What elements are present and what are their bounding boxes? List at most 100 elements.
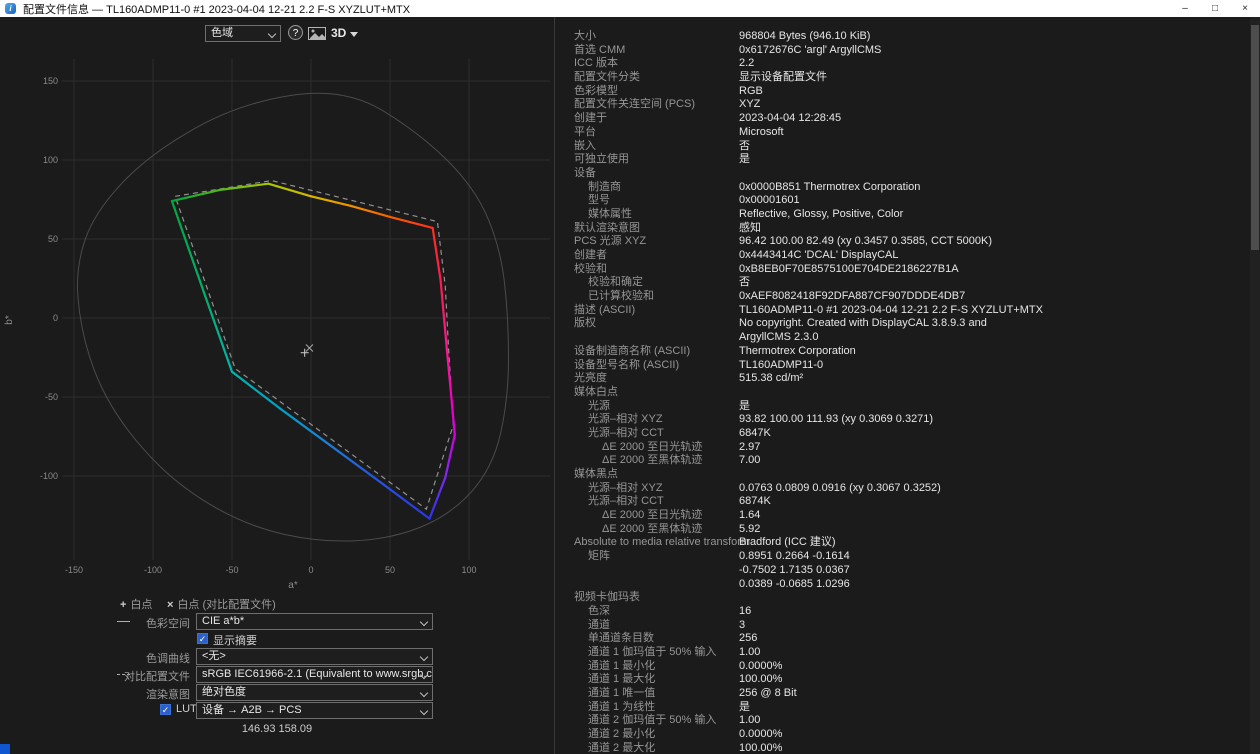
rendering-intent-select[interactable]: 绝对色度 <box>196 684 433 701</box>
info-label: 色彩模型 <box>574 84 618 97</box>
info-row: 光亮度 515.38 cd/m² <box>555 372 1250 386</box>
info-row: 通道 1 伽玛值于 50% 输入 1.00 <box>555 646 1250 660</box>
info-value: 0xAEF8082418F92DFA887CF907DDDE4DB7 <box>739 290 966 303</box>
info-label: 制造商 <box>588 180 621 193</box>
app-icon: i <box>5 3 16 14</box>
info-value: 16 <box>739 604 752 617</box>
comparison-profile-select[interactable]: sRGB IEC61966-2.1 (Equivalent to www.srg… <box>196 666 433 683</box>
info-label: ΔE 2000 至日光轨迹 <box>602 440 703 453</box>
info-value: XYZ <box>739 98 761 111</box>
info-value: 0.8951 0.2664 -0.1614 -0.7502 1.7135 0.03… <box>739 550 850 590</box>
info-row: 光源–相对 XYZ 0.0763 0.0809 0.0916 (xy 0.3067… <box>555 482 1250 496</box>
info-row: 通道 1 唯一值 256 @ 8 Bit <box>555 687 1250 701</box>
plot-view-select[interactable]: 色域 <box>205 25 281 42</box>
info-value: 是 <box>739 700 750 713</box>
info-label: PCS 光源 XYZ <box>574 235 647 248</box>
info-row: 描述 (ASCII) TL160ADMP11-0 #1 2023-04-04 12… <box>555 304 1250 318</box>
info-label: 大小 <box>574 30 596 42</box>
info-row: 型号 0x00001601 <box>555 194 1250 208</box>
info-row: 媒体白点 <box>555 386 1250 400</box>
info-row: 设备型号名称 (ASCII) TL160ADMP11-0 <box>555 359 1250 373</box>
rendering-intent-value: 绝对色度 <box>202 686 246 698</box>
svg-text:100: 100 <box>43 155 58 165</box>
info-value: 6874K <box>739 495 771 508</box>
info-label: Absolute to media relative transform <box>574 536 751 549</box>
svg-text:-50: -50 <box>45 392 58 402</box>
info-value: 968804 Bytes (946.10 KiB) <box>739 30 871 42</box>
info-label: 可独立使用 <box>574 153 629 166</box>
check-icon: ✓ <box>198 634 207 644</box>
info-label: 配置文件关连空间 (PCS) <box>574 98 695 111</box>
legend-white-point-comparison: × 白点 (对比配置文件) <box>167 599 276 611</box>
info-rows: 大小 968804 Bytes (946.10 KiB) 首选 CMM 0x61726… <box>555 17 1250 754</box>
info-value: 0x6172676C 'argl' ArgyllCMS <box>739 43 882 56</box>
info-value: 1.00 <box>739 714 761 727</box>
chevron-down-icon <box>350 31 359 37</box>
info-value: 否 <box>739 276 750 289</box>
maximize-button[interactable]: □ <box>1200 0 1230 17</box>
info-label: 已计算校验和 <box>588 290 654 303</box>
info-value: Microsoft <box>739 125 784 138</box>
info-label: 创建者 <box>574 249 607 261</box>
info-value: 93.82 100.00 111.93 (xy 0.3069 0.3271) <box>739 413 934 426</box>
3d-view-button[interactable]: 3D <box>331 25 359 41</box>
help-button[interactable]: ? <box>288 25 303 40</box>
info-row: 光源 是 <box>555 400 1250 414</box>
info-row: 光源–相对 XYZ 93.82 100.00 111.93 (xy 0.3069 … <box>555 413 1250 427</box>
info-value: 0x0000B851 Thermotrex Corporation <box>739 180 921 193</box>
info-label: 通道 1 唯一值 <box>588 687 656 700</box>
info-row: ΔE 2000 至黑体轨迹 5.92 <box>555 523 1250 537</box>
show-summary-checkbox[interactable]: ✓ <box>197 633 208 644</box>
colorspace-select[interactable]: CIE a*b* <box>196 613 433 630</box>
info-label: 配置文件分类 <box>574 71 640 84</box>
info-row: 配置文件分类 显示设备配置文件 <box>555 71 1250 85</box>
info-label: ΔE 2000 至日光轨迹 <box>602 509 703 522</box>
info-row: 矩阵 0.8951 0.2664 -0.1614 -0.7502 1.7135 0.… <box>555 550 1250 591</box>
scrollbar-thumb[interactable] <box>1251 25 1259 250</box>
info-row: 创建者 0x4443414C 'DCAL' DisplayCAL <box>555 249 1250 263</box>
info-label: 通道 1 伽玛值于 50% 输入 <box>588 645 717 658</box>
info-row: 首选 CMM 0x6172676C 'argl' ArgyllCMS <box>555 44 1250 58</box>
lut-select[interactable]: 设备 → A2B → PCS <box>196 702 433 719</box>
info-value: 显示设备配置文件 <box>739 71 827 84</box>
info-label: ICC 版本 <box>574 57 618 70</box>
info-label: 型号 <box>588 194 610 207</box>
plot-view-value: 色域 <box>211 27 233 39</box>
cursor-coordinates: 146.93 158.09 <box>241 723 313 735</box>
info-label: 校验和 <box>574 262 607 275</box>
close-button[interactable]: × <box>1230 0 1260 17</box>
scrollbar[interactable] <box>1250 17 1260 754</box>
lut-checkbox[interactable]: ✓ <box>160 704 171 715</box>
chevron-down-icon <box>419 617 429 627</box>
info-row: 通道 1 最大化 100.00% <box>555 673 1250 687</box>
info-label: 校验和确定 <box>588 276 643 289</box>
info-label: 设备 <box>574 166 596 179</box>
info-row: 媒体黑点 <box>555 468 1250 482</box>
info-row: ΔE 2000 至日光轨迹 2.97 <box>555 441 1250 455</box>
svg-text:0: 0 <box>53 313 58 323</box>
gamut-plot: -150 -100 -50 0 50 100 150 100 50 0 -50 -100 a* b* <box>4 59 550 591</box>
info-row: ΔE 2000 至日光轨迹 1.64 <box>555 509 1250 523</box>
info-value: 0.0000% <box>739 659 783 672</box>
svg-text:-100: -100 <box>40 471 58 481</box>
info-row: 通道 3 <box>555 619 1250 633</box>
info-label: 通道 1 最大化 <box>588 673 656 686</box>
info-label: 通道 2 最小化 <box>588 728 656 741</box>
tone-curve-label: 色调曲线 <box>146 653 190 665</box>
info-label: 平台 <box>574 125 596 138</box>
info-value: 515.38 cd/m² <box>739 372 804 385</box>
info-row: 创建于 2023-04-04 12:28:45 <box>555 112 1250 126</box>
info-value: 100.00% <box>739 673 783 686</box>
info-row: 视频卡伽玛表 <box>555 591 1250 605</box>
info-row: 光源–相对 CCT 6847K <box>555 427 1250 441</box>
save-image-button[interactable] <box>308 27 326 40</box>
info-row: 大小 968804 Bytes (946.10 KiB) <box>555 30 1250 44</box>
info-value: 2.97 <box>739 440 761 453</box>
minimize-button[interactable]: – <box>1170 0 1200 17</box>
tone-curve-select[interactable]: <无> <box>196 648 433 665</box>
info-label: 通道 2 最大化 <box>588 741 656 754</box>
info-row: 通道 2 最大化 100.00% <box>555 742 1250 754</box>
window-title: 配置文件信息 — TL160ADMP11-0 #1 2023-04-04 12-… <box>23 3 411 16</box>
info-label: 首选 CMM <box>574 43 626 56</box>
info-value: 3 <box>739 618 746 631</box>
